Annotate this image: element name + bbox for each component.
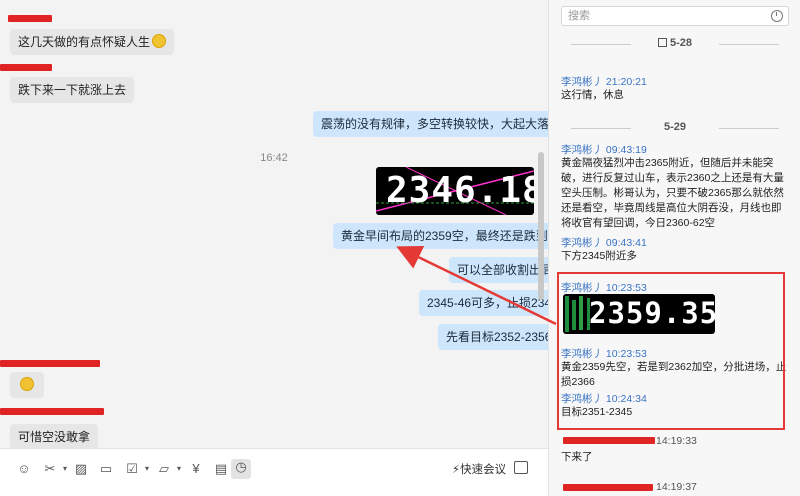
message-text: 可惜空没敢拿 (18, 430, 91, 444)
chat-scrollbar[interactable] (538, 152, 544, 300)
ticker-price: 2346.18 (386, 170, 534, 211)
chevron-down-icon[interactable]: ▾ (139, 461, 155, 477)
message-meta: 李鸿彬丿 09:43:19 (561, 144, 647, 156)
clock-icon[interactable] (771, 10, 783, 22)
chevron-down-icon[interactable]: ▾ (57, 461, 73, 477)
message-text: 这行情，休息 (561, 89, 624, 101)
message-text: 先看目标2352-2356 (446, 330, 548, 344)
checklist-icon[interactable]: ☑ (124, 461, 140, 477)
red-packet-icon[interactable]: ¥ (188, 461, 204, 477)
message-bubble[interactable]: 跌下来一下就涨上去 (10, 77, 135, 103)
message-bubble[interactable]: 震荡的没有规律，多空转换较快，大起大落不好把握 (313, 111, 548, 137)
message-text: 2345-46可多，止损2340 (427, 296, 548, 310)
redacted-sender-name (0, 408, 104, 415)
chat-pane: 这几天做的有点怀疑人生 跌下来一下就涨上去 震荡的没有规律，多空转换较快，大起大… (0, 0, 548, 496)
date-label: 5-28 (669, 37, 693, 49)
redacted-sender-name (8, 15, 52, 22)
search-placeholder: 搜索 (568, 10, 590, 22)
message-meta: 李鸿彬丿 09:43:41 (561, 237, 647, 249)
scissors-icon[interactable]: ✂ (42, 461, 58, 477)
message-text: 这几天做的有点怀疑人生 (18, 35, 151, 49)
message-meta: 14:19:37 (656, 481, 697, 493)
message-bubble[interactable]: 先看目标2352-2356 (438, 324, 548, 350)
message-text: 下来了 (561, 451, 593, 463)
message-bubble[interactable]: 可惜空没敢拿 (10, 424, 99, 450)
search-input[interactable]: 搜索 (561, 6, 789, 26)
date-label: 5-29 (663, 121, 687, 133)
emoji-icon (20, 377, 34, 391)
folder-icon[interactable]: ▱ (156, 461, 172, 477)
message-composer-toolbar: ☺ ✂ ▾ ▨ ▭ ☑ ▾ ▱ ▾ ¥ ▤ ◷ ⚡快速会议 (0, 448, 548, 496)
message-bubble[interactable]: 黄金早间布局的2359空，最终还是跌到了2346 (333, 223, 548, 249)
message-meta: 14:19:33 (656, 435, 697, 447)
message-bubble[interactable]: 可以全部收割出局 (449, 257, 548, 283)
quick-meeting-label: 快速会议 (460, 464, 507, 476)
message-text: 下方2345附近多 (561, 250, 637, 262)
calendar-icon (657, 38, 667, 47)
chevron-down-icon[interactable]: ▾ (171, 461, 187, 477)
redacted-sender-name (0, 64, 52, 71)
message-bubble[interactable] (10, 372, 44, 398)
redacted-sender-name (563, 437, 655, 444)
message-text: 可以全部收割出局 (457, 263, 548, 277)
message-bubble[interactable]: 2345-46可多，止损2340 (419, 290, 548, 316)
message-timestamp: 16:42 (260, 152, 288, 164)
annotation-highlight-box (557, 272, 785, 430)
date-separator: 5-29 (561, 121, 789, 133)
history-icon[interactable] (514, 461, 528, 474)
date-separator: 5-28 (561, 37, 789, 49)
message-text: 跌下来一下就涨上去 (18, 83, 127, 97)
image-icon[interactable]: ▨ (73, 461, 89, 477)
message-meta: 李鸿彬丿 21:20:21 (561, 76, 647, 88)
quick-meeting-button[interactable]: ⚡快速会议 (452, 461, 506, 477)
message-bubble[interactable]: 这几天做的有点怀疑人生 (10, 29, 175, 55)
emoji-icon[interactable]: ☺ (16, 461, 32, 477)
redacted-sender-name (563, 484, 653, 491)
timer-icon[interactable]: ◷ (231, 459, 251, 479)
message-text: 黄金早间布局的2359空，最终还是跌到了2346 (341, 229, 548, 243)
price-screenshot-image[interactable]: 2346.18 (376, 167, 534, 215)
redacted-sender-name (0, 360, 100, 367)
screen-icon[interactable]: ▭ (98, 461, 114, 477)
message-text: 黄金隔夜猛烈冲击2365附近，但随后并未能突破，进行反复过山车，表示2360之上… (561, 157, 784, 229)
emoji-icon (152, 34, 167, 48)
message-text: 震荡的没有规律，多空转换较快，大起大落不好把握 (321, 117, 548, 131)
document-icon[interactable]: ▤ (213, 461, 229, 477)
